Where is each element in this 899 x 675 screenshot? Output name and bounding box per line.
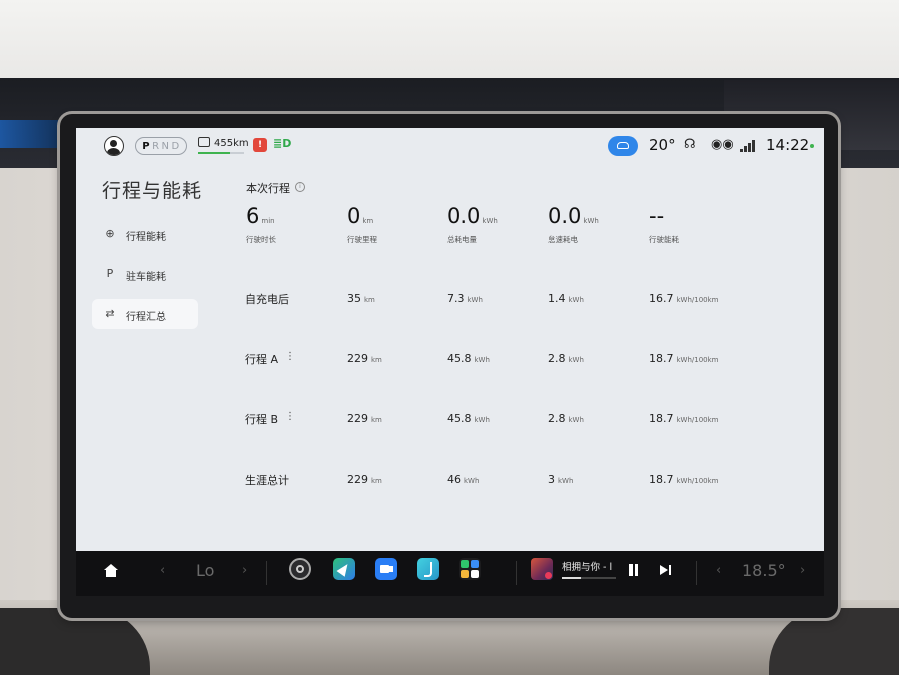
row-trip-b-idle: 2.8 kWh <box>548 412 584 425</box>
song-progress-bar[interactable] <box>562 577 616 579</box>
status-dot-icon <box>810 144 814 148</box>
row-since-charge-idle: 1.4 kWh <box>548 292 584 305</box>
sidebar-item-label: 驻车能耗 <box>126 272 166 283</box>
row-lifetime-distance: 229 km <box>347 473 382 486</box>
gear-selector: PRND <box>135 137 187 155</box>
alert-indicator-icon: ! <box>253 138 267 152</box>
home-icon[interactable] <box>104 564 118 578</box>
next-track-icon[interactable] <box>660 564 672 576</box>
background-ceiling <box>0 0 899 80</box>
clock: 14:22 <box>766 136 810 154</box>
steering-wheel-app-icon[interactable] <box>289 558 311 580</box>
video-call-app-icon[interactable] <box>375 558 397 580</box>
stat-duration-value: 6 min <box>246 204 275 228</box>
row-trip-a-label: 行程 A <box>245 353 279 366</box>
row-trip-a-idle: 2.8 kWh <box>548 352 584 365</box>
range-level-fill <box>198 152 231 154</box>
navigation-app-icon[interactable] <box>333 558 355 580</box>
sidebar-item-label: 行程能耗 <box>126 232 166 243</box>
row-trip-a-consumption: 18.7 kWh/100km <box>649 352 719 365</box>
trip-b-menu-icon[interactable]: ⋮ <box>285 411 295 422</box>
infotainment-screen: PRND 455km ! ≣D 20° ☊ ◉◉ 14:22 行程与能耗 ⊕ 行… <box>76 128 824 551</box>
signal-strength-icon <box>740 140 756 152</box>
row-lifetime-idle: 3 kWh <box>548 473 574 486</box>
dock-separator <box>516 561 517 585</box>
binoculars-icon[interactable]: ◉◉ <box>711 137 734 152</box>
voice-assistant-icon[interactable]: ☊ <box>684 137 696 152</box>
stat-consumption-label: 行驶能耗 <box>649 235 679 244</box>
sidebar-item-parking-energy[interactable]: P 驻车能耗 <box>92 259 198 289</box>
row-trip-b-consumption: 18.7 kWh/100km <box>649 412 719 425</box>
stat-energy-label: 总耗电量 <box>447 235 477 244</box>
dock-separator <box>696 561 697 585</box>
chevron-right-icon[interactable]: › <box>800 563 805 578</box>
dock-bar: ‹ Lo › 相拥与你 - l ‹ 18.5° › <box>76 551 824 596</box>
parking-icon: P <box>106 267 114 280</box>
stat-distance-value: 0 km <box>347 204 374 228</box>
song-title[interactable]: 相拥与你 - l <box>562 559 618 573</box>
chevron-left-icon[interactable]: ‹ <box>160 563 165 578</box>
row-trip-a-energy: 45.8 kWh <box>447 352 490 365</box>
row-trip-b-distance: 229 km <box>347 412 382 425</box>
gear-d: D <box>171 140 182 152</box>
row-trip-a-distance: 229 km <box>347 352 382 365</box>
outside-temperature: 20° <box>649 136 676 154</box>
row-trip-b-energy: 45.8 kWh <box>447 412 490 425</box>
range-value: 455km <box>214 138 249 149</box>
status-bar: PRND 455km ! ≣D 20° ☊ ◉◉ 14:22 <box>76 128 824 164</box>
row-since-charge-energy: 7.3 kWh <box>447 292 483 305</box>
seat-app-icon[interactable] <box>417 558 439 580</box>
stat-consumption-value: -- <box>649 204 665 228</box>
song-progress-fill <box>562 577 581 579</box>
headlight-indicator-icon: ≣D <box>273 137 292 150</box>
row-since-charge-consumption: 16.7 kWh/100km <box>649 292 719 305</box>
user-avatar-icon[interactable] <box>104 136 124 156</box>
car-mode-button[interactable] <box>608 136 638 156</box>
stat-idle-label: 怠速耗电 <box>548 235 578 244</box>
row-since-charge-distance: 35 km <box>347 292 375 305</box>
range-indicator: 455km <box>198 137 249 149</box>
stat-energy-value: 0.0 kWh <box>447 204 498 228</box>
dock-left-widget-text[interactable]: Lo <box>196 561 214 580</box>
row-lifetime-label: 生涯总计 <box>245 474 289 487</box>
cabin-temperature[interactable]: 18.5° <box>742 561 786 580</box>
apps-grid-icon[interactable] <box>459 558 481 580</box>
chevron-right-icon[interactable]: › <box>242 563 247 578</box>
sidebar-item-trip-energy[interactable]: ⊕ 行程能耗 <box>92 219 198 249</box>
gear-n: N <box>161 140 172 152</box>
page-title: 行程与能耗 <box>102 180 203 202</box>
row-trip-b-label: 行程 B <box>245 413 279 426</box>
steering-wheel-icon: ⊕ <box>105 227 115 240</box>
current-trip-title: 本次行程 <box>246 182 290 195</box>
chevron-left-icon[interactable]: ‹ <box>716 563 721 578</box>
trip-a-menu-icon[interactable]: ⋮ <box>285 351 295 362</box>
info-icon[interactable]: i <box>295 182 305 192</box>
row-lifetime-energy: 46 kWh <box>447 473 480 486</box>
stat-idle-value: 0.0 kWh <box>548 204 599 228</box>
row-since-charge-label: 自充电后 <box>245 293 289 306</box>
stat-duration-label: 行驶时长 <box>246 235 276 244</box>
gear-p: P <box>142 140 153 152</box>
dock-separator <box>266 561 267 585</box>
sidebar-item-label: 行程汇总 <box>126 312 166 323</box>
pause-icon[interactable] <box>628 564 639 576</box>
car-range-icon <box>198 137 210 147</box>
swap-arrows-icon: ⇄ <box>105 307 115 320</box>
row-lifetime-consumption: 18.7 kWh/100km <box>649 473 719 486</box>
range-level-bar <box>198 152 244 154</box>
album-art-icon[interactable] <box>531 558 553 580</box>
stat-distance-label: 行驶里程 <box>347 235 377 244</box>
sidebar-item-trip-summary[interactable]: ⇄ 行程汇总 <box>92 299 198 329</box>
gear-r: R <box>152 140 162 152</box>
